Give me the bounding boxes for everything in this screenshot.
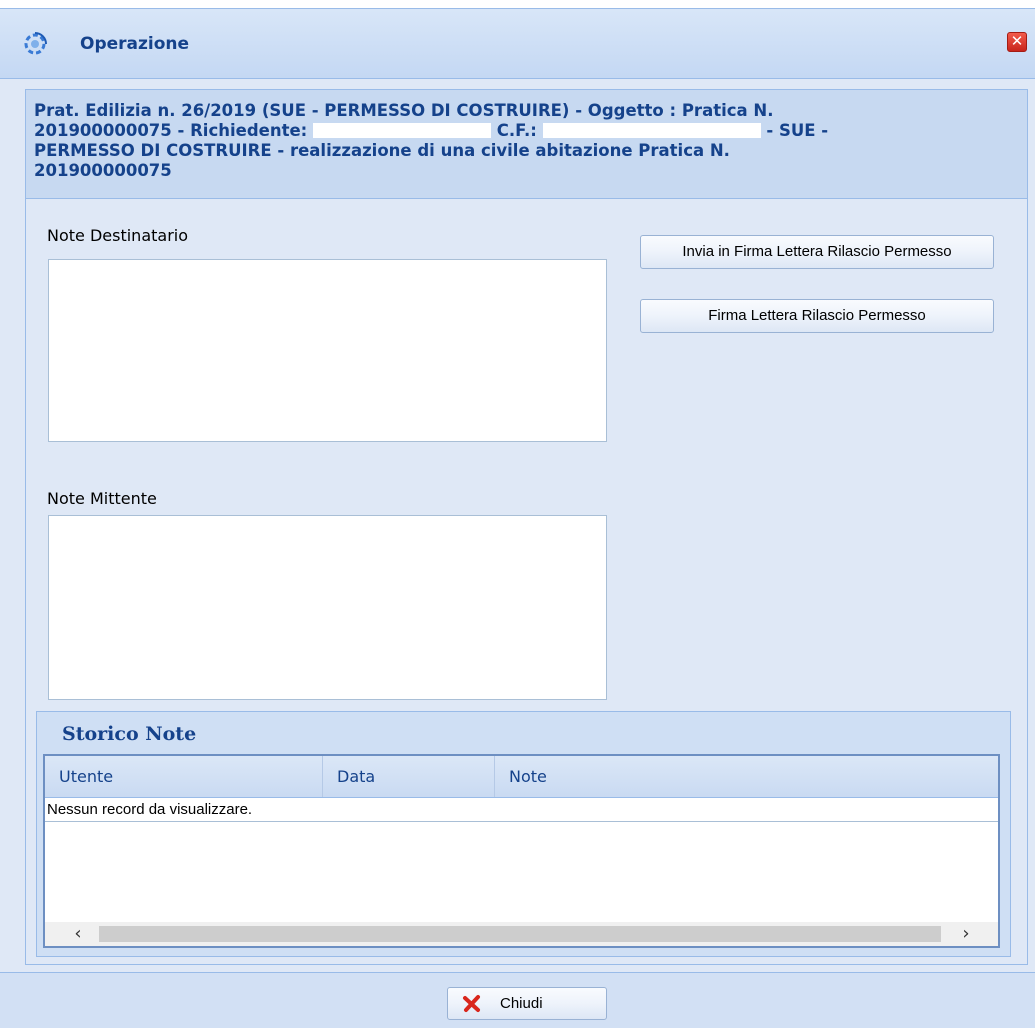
- close-icon[interactable]: ✕: [1007, 32, 1027, 52]
- invia-firma-button[interactable]: Invia in Firma Lettera Rilascio Permesso: [640, 235, 994, 269]
- header-line-3: PERMESSO DI COSTRUIRE - realizzazione di…: [34, 141, 730, 160]
- header-line-2a: 201900000075 - Richiedente:: [34, 121, 314, 140]
- column-header-data[interactable]: Data: [323, 756, 495, 797]
- redacted-cf: [542, 123, 761, 138]
- chiudi-label: Chiudi: [500, 995, 543, 1012]
- storico-note-panel: Storico Note Utente Data Note Nessun rec…: [36, 711, 1011, 957]
- storico-note-grid: Utente Data Note Nessun record da visual…: [43, 754, 1000, 948]
- scroll-left-icon[interactable]: ‹: [63, 922, 93, 946]
- note-mittente-label: Note Mittente: [47, 489, 157, 508]
- chiudi-button[interactable]: Chiudi: [447, 987, 607, 1020]
- scrollbar-thumb[interactable]: [99, 926, 941, 942]
- scroll-right-icon[interactable]: ›: [951, 922, 981, 946]
- note-destinatario-label: Note Destinatario: [47, 226, 189, 245]
- pratica-description: Prat. Edilizia n. 26/2019 (SUE - PERMESS…: [34, 101, 994, 181]
- close-x-icon: [463, 995, 480, 1012]
- header-line-4: 201900000075: [34, 161, 172, 180]
- dialog-titlebar[interactable]: Operazione ✕: [0, 9, 1035, 79]
- operazione-dialog: Operazione ✕ Prat. Edilizia n. 26/2019 (…: [0, 8, 1035, 1028]
- dialog-footer: Chiudi: [0, 972, 1035, 1028]
- note-mittente-field[interactable]: [48, 515, 607, 700]
- redacted-name: [313, 123, 492, 138]
- header-line-1: Prat. Edilizia n. 26/2019 (SUE - PERMESS…: [34, 101, 774, 120]
- column-header-utente[interactable]: Utente: [45, 756, 323, 797]
- gear-refresh-icon: [24, 32, 47, 55]
- horizontal-scrollbar[interactable]: ‹ ›: [45, 922, 998, 946]
- firma-lettera-button[interactable]: Firma Lettera Rilascio Permesso: [640, 299, 994, 333]
- header-line-2c: - SUE -: [760, 121, 829, 140]
- pratica-header: Prat. Edilizia n. 26/2019 (SUE - PERMESS…: [26, 90, 1027, 199]
- column-header-note[interactable]: Note: [495, 756, 998, 797]
- header-line-2b: C.F.:: [491, 121, 543, 140]
- grid-header: Utente Data Note: [45, 756, 998, 798]
- storico-note-title: Storico Note: [62, 723, 197, 745]
- dialog-title: Operazione: [80, 34, 190, 54]
- dialog-body: Prat. Edilizia n. 26/2019 (SUE - PERMESS…: [25, 89, 1028, 965]
- empty-grid-message: Nessun record da visualizzare.: [45, 798, 998, 822]
- note-destinatario-field[interactable]: [48, 259, 607, 442]
